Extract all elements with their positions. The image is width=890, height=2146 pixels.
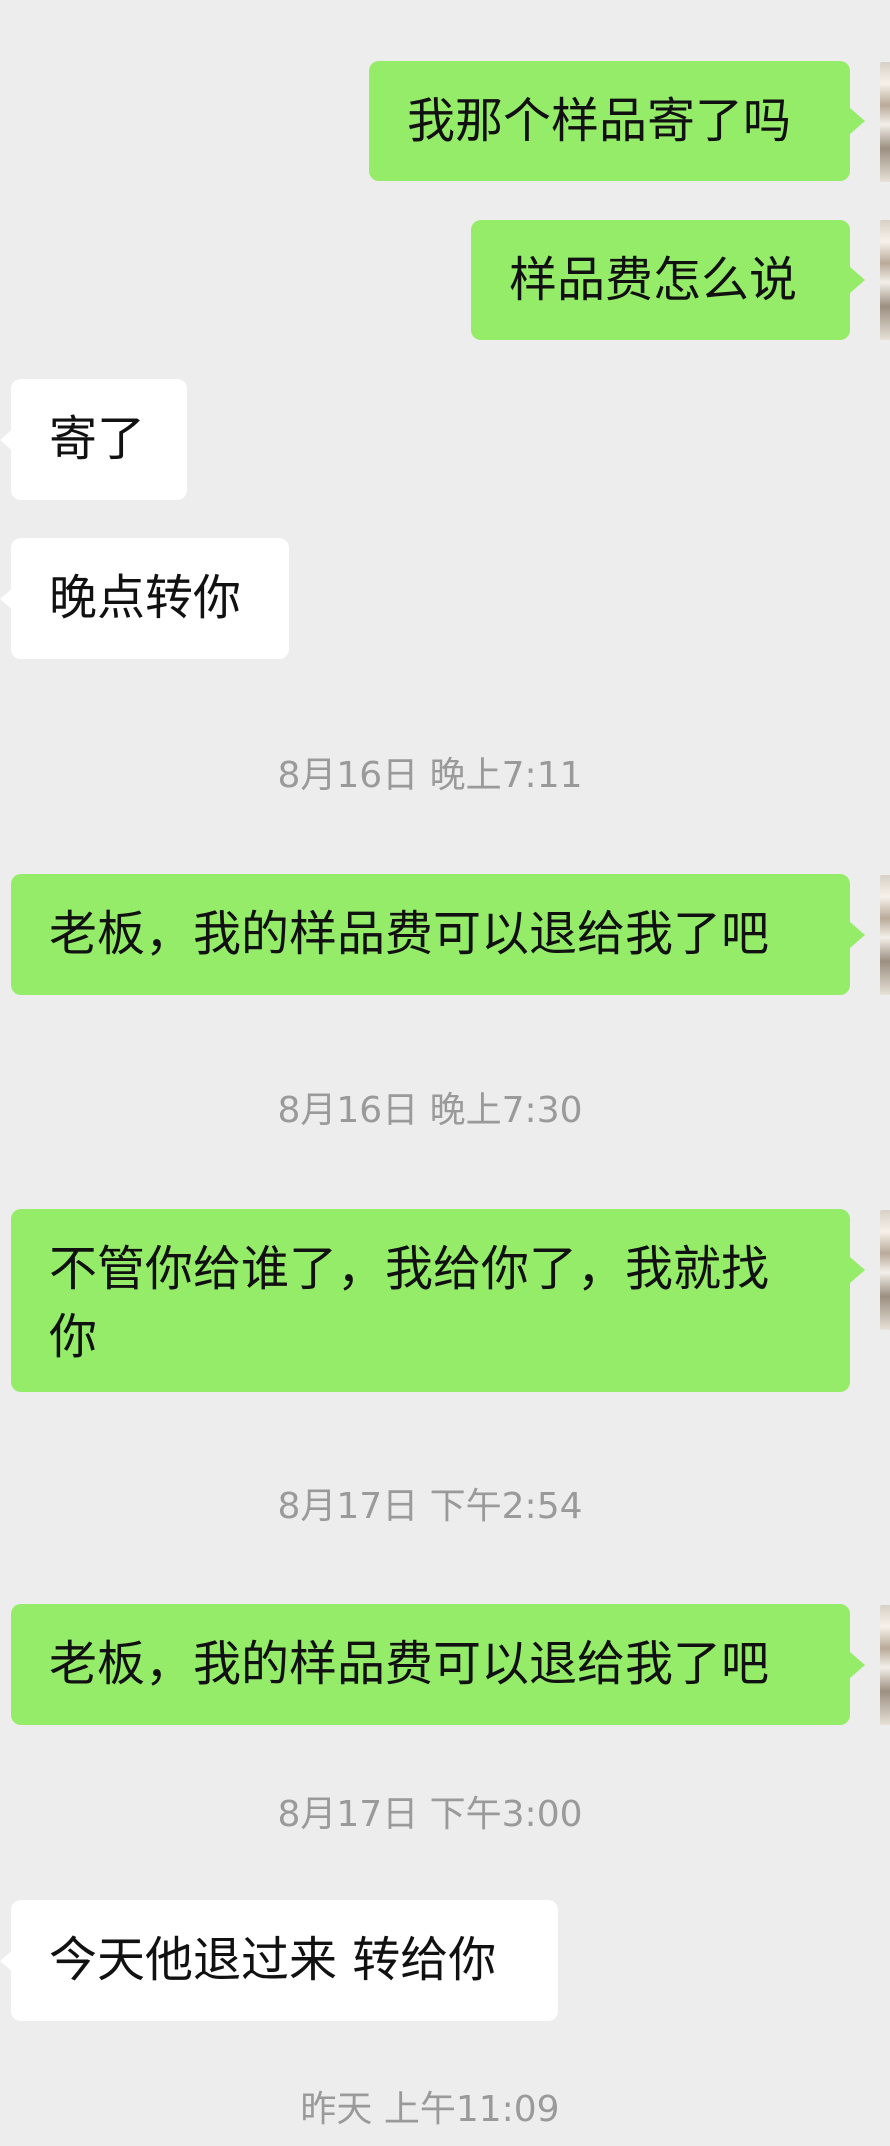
message-timestamp: 8月17日 下午3:00 <box>277 1794 583 1835</box>
my-avatar[interactable] <box>880 1605 890 1725</box>
message-bubble-sent[interactable]: 老板，我的样品费可以退给我了吧 <box>11 1604 850 1725</box>
message-bubble-sent[interactable]: 我那个样品寄了吗 <box>369 61 850 181</box>
message-bubble-received[interactable]: 今天他退过来 转给你 <box>11 1900 558 2021</box>
message-bubble-received[interactable]: 寄了 <box>11 379 187 500</box>
bubble-tail <box>850 108 865 134</box>
message-timestamp: 8月16日 晚上7:11 <box>277 755 583 796</box>
message-bubble-received[interactable]: 晚点转你 <box>11 538 289 659</box>
message-bubble-sent[interactable]: 不管你给谁了，我给你了，我就找你 <box>11 1209 850 1392</box>
bubble-tail <box>850 1257 865 1283</box>
message-timestamp: 8月17日 下午2:54 <box>277 1486 583 1527</box>
bubble-tail <box>850 267 865 293</box>
bubble-tail <box>850 922 865 948</box>
my-avatar[interactable] <box>880 62 890 182</box>
message-timestamp: 8月16日 晚上7:30 <box>277 1090 583 1131</box>
my-avatar[interactable] <box>880 875 890 995</box>
message-timestamp: 昨天 上午11:09 <box>300 2089 560 2130</box>
message-bubble-sent[interactable]: 老板，我的样品费可以退给我了吧 <box>11 874 850 995</box>
my-avatar[interactable] <box>880 220 890 340</box>
message-bubble-sent[interactable]: 样品费怎么说 <box>471 220 850 340</box>
my-avatar[interactable] <box>880 1210 890 1330</box>
bubble-tail <box>850 1652 865 1678</box>
chat-thread: 我那个样品寄了吗 样品费怎么说 寄了 晚点转你 8月16日 晚上7:11 老板，… <box>0 0 890 2146</box>
